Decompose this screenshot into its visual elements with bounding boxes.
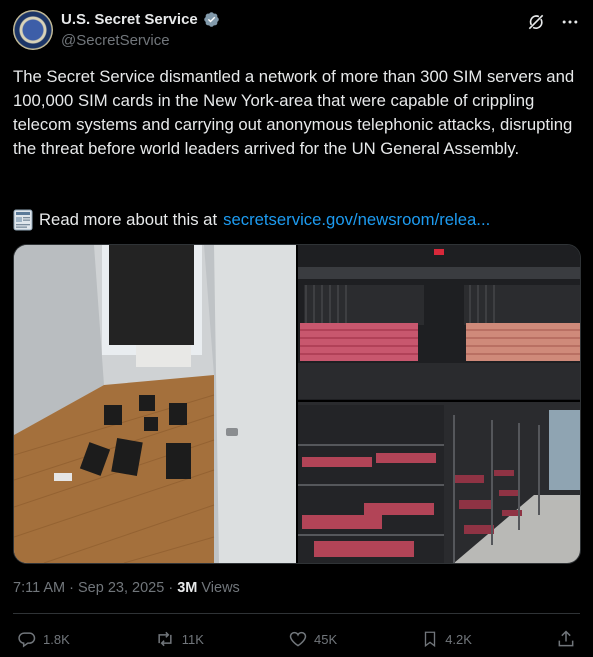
- share-button[interactable]: [556, 629, 576, 649]
- meta-separator: ·: [69, 580, 79, 596]
- views-count: 3M: [177, 580, 198, 596]
- author-name-row: U.S. Secret Service: [61, 11, 220, 28]
- bookmark-button[interactable]: 4.2K: [421, 629, 472, 649]
- repost-button[interactable]: 11K: [154, 629, 204, 649]
- like-button[interactable]: 45K: [288, 629, 337, 649]
- divider: [13, 613, 580, 614]
- tweet-date[interactable]: Sep 23, 2025: [78, 580, 164, 596]
- meta-separator: ·: [168, 580, 178, 596]
- avatar[interactable]: [13, 10, 53, 50]
- action-bar: 1.8K 11K 45K 4.2K: [17, 628, 576, 650]
- reply-count: 1.8K: [43, 631, 70, 647]
- document-icon: [13, 209, 33, 231]
- article-link[interactable]: secretservice.gov/newsroom/relea...: [223, 208, 490, 232]
- like-icon: [289, 631, 307, 647]
- repost-icon: [158, 631, 172, 647]
- bookmark-icon: [425, 631, 436, 648]
- share-icon: [558, 630, 574, 647]
- header-actions: [526, 12, 580, 32]
- author-handle[interactable]: @SecretService: [61, 32, 170, 49]
- photo-sim-racks-aisle[interactable]: [298, 402, 580, 563]
- tweet-meta: 7:11 AM · Sep 23, 2025 · 3M Views: [13, 580, 240, 596]
- media-grid[interactable]: [13, 244, 581, 564]
- like-count: 45K: [314, 631, 338, 647]
- tweet-text: The Secret Service dismantled a network …: [13, 67, 575, 158]
- photo-room[interactable]: [14, 245, 298, 563]
- read-more-text: Read more about this at: [39, 210, 218, 229]
- author-name[interactable]: U.S. Secret Service: [61, 11, 198, 28]
- reply-button[interactable]: 1.8K: [17, 629, 70, 649]
- reply-icon: [18, 632, 36, 648]
- bookmark-count: 4.2K: [445, 631, 472, 647]
- tweet-time[interactable]: 7:11 AM: [13, 580, 65, 596]
- grok-icon[interactable]: [526, 12, 546, 32]
- more-icon[interactable]: [560, 12, 580, 32]
- photo-sim-racks-top[interactable]: [298, 245, 580, 402]
- verified-badge-icon: [204, 12, 219, 27]
- read-more-line: Read more about this at secretservice.go…: [13, 208, 490, 232]
- views-label: Views: [201, 580, 240, 596]
- tweet-header: U.S. Secret Service @SecretService: [13, 10, 580, 54]
- repost-count: 11K: [181, 631, 204, 647]
